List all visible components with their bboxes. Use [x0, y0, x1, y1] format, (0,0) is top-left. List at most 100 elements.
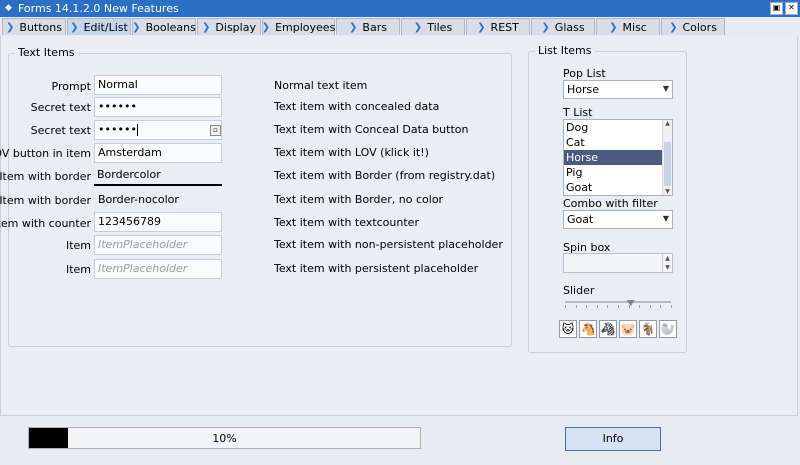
list-item-selected[interactable]: Horse	[564, 150, 672, 165]
dropdown-arrow-icon: ▼	[662, 214, 669, 223]
slider-tick	[639, 305, 641, 308]
window-titlebar: ◆ Forms 14.1.2.0 New Features ▣ ✕	[0, 0, 800, 17]
item-description: Text item with concealed data	[274, 100, 440, 113]
list-item[interactable]: Dog	[564, 120, 672, 135]
tab-employees[interactable]: ❯ Employees	[262, 18, 335, 35]
tab-colors[interactable]: ❯ Colors	[661, 18, 725, 35]
chevron-right-icon: ❯	[669, 21, 678, 33]
tab-bars[interactable]: ❯ Bars	[336, 18, 400, 35]
tab-label: Buttons	[19, 20, 62, 34]
tab-label: Misc	[622, 20, 647, 34]
slider-tick	[586, 305, 588, 308]
group-title: List Items	[535, 44, 595, 57]
counter-field[interactable]: 123456789	[94, 212, 222, 232]
tab-label: Employees	[275, 20, 336, 34]
slider-tick	[575, 305, 577, 308]
pop-list-value: Horse	[567, 83, 600, 96]
tab-label: Tiles	[427, 20, 453, 34]
slider-track[interactable]	[565, 301, 671, 303]
slider-label: Slider	[563, 284, 595, 297]
placeholder-field[interactable]: ItemPlaceholder	[94, 235, 222, 255]
pop-list-select[interactable]: Horse ▼	[563, 80, 673, 99]
close-button[interactable]: ✕	[785, 2, 798, 15]
tab-display[interactable]: ❯ Display	[197, 18, 261, 35]
list-item[interactable]: Goat	[564, 180, 672, 195]
chevron-right-icon: ❯	[477, 21, 486, 33]
list-item[interactable]: Pig	[564, 165, 672, 180]
tab-misc[interactable]: ❯ Misc	[596, 18, 660, 35]
chevron-right-icon: ❯	[6, 21, 15, 33]
group-title: Text Items	[15, 46, 78, 59]
persistent-placeholder-field[interactable]: ItemPlaceholder	[94, 259, 222, 279]
zebra-icon[interactable]: 🦓	[599, 320, 617, 338]
horse-icon[interactable]: 🐴	[579, 320, 597, 338]
tab-label: Bars	[362, 20, 387, 34]
secret-text-conceal-field[interactable]: ••••••	[94, 120, 222, 140]
list-item[interactable]: Cat	[564, 135, 672, 150]
slider-tick	[628, 305, 630, 308]
tab-tiles[interactable]: ❯ Tiles	[401, 18, 465, 35]
scroll-up-icon[interactable]: ▲	[663, 120, 672, 127]
border-color-field[interactable]: Bordercolor	[94, 166, 222, 186]
item-description: Text item with Border (from registry.dat…	[274, 169, 496, 182]
row-label: Item	[65, 263, 91, 276]
scroll-thumb[interactable]	[664, 142, 671, 186]
chevron-right-icon: ❯	[261, 21, 271, 33]
spin-buttons[interactable]: ▲ ▼	[662, 254, 672, 272]
item-description: Normal text item	[274, 79, 368, 92]
slider-tick	[618, 305, 619, 308]
row-label: Item with counter	[0, 217, 91, 230]
combo-value: Goat	[567, 213, 594, 226]
window-controls: ▣ ✕	[770, 2, 798, 15]
chevron-right-icon: ❯	[349, 21, 358, 33]
slider-tick	[671, 305, 672, 308]
tab-label: Booleans	[145, 20, 196, 34]
slider-tick	[660, 305, 662, 308]
t-list-label: T List	[563, 106, 593, 119]
combo-filter-select[interactable]: Goat ▼	[563, 210, 673, 229]
secret-text-field[interactable]: ••••••	[94, 97, 222, 117]
progress-bar: 10%	[28, 427, 421, 449]
t-list[interactable]: Dog Cat Horse Pig Goat ▲ ▼	[563, 119, 673, 196]
slider-tick	[607, 305, 609, 308]
tab-label: Edit/List	[83, 20, 128, 34]
pig-icon[interactable]: 🐷	[619, 320, 637, 338]
conceal-toggle-icon[interactable]: ▫	[210, 125, 221, 136]
tab-label: Display	[215, 20, 256, 34]
row-label: Prompt	[51, 80, 91, 93]
item-description: Text item with Conceal Data button	[274, 123, 469, 136]
seal-icon[interactable]: 🦭	[659, 320, 677, 338]
chevron-right-icon: ❯	[609, 21, 618, 33]
tab-bar: ❯ Buttons ❯ Edit/List ❯ Booleans ❯ Display ❯…	[0, 17, 800, 36]
item-description: Text item with textcounter	[274, 216, 419, 229]
scroll-down-icon[interactable]: ▼	[663, 188, 672, 195]
tab-buttons[interactable]: ❯ Buttons	[2, 18, 66, 35]
maximize-button[interactable]: ▣	[770, 2, 783, 15]
tab-label: REST	[490, 20, 519, 34]
row-label: Item	[65, 239, 91, 252]
goat-icon[interactable]: 🐐	[639, 320, 657, 338]
item-description: Text item with Border, no color	[274, 193, 444, 206]
prompt-field[interactable]: Normal	[94, 75, 222, 95]
t-list-scrollbar[interactable]: ▲ ▼	[662, 120, 672, 195]
chevron-right-icon: ❯	[541, 21, 550, 33]
border-nocolor-field[interactable]: Border-nocolor	[94, 190, 222, 210]
item-description: Text item with persistent placeholder	[274, 262, 479, 275]
info-button[interactable]: Info	[565, 427, 661, 451]
tab-glass[interactable]: ❯ Glass	[531, 18, 595, 35]
tab-edit-list[interactable]: ❯ Edit/List	[67, 18, 131, 35]
window-title: Forms 14.1.2.0 New Features	[18, 2, 179, 15]
row-label: Secret text	[30, 124, 91, 137]
progress-text: 10%	[212, 432, 237, 445]
chevron-right-icon: ❯	[70, 21, 79, 33]
lov-field[interactable]: Amsterdam	[94, 143, 222, 163]
row-label: LOV button in item	[0, 147, 91, 160]
app-icon: ◆	[5, 3, 12, 13]
item-description: Text item with LOV (klick it!)	[274, 146, 429, 159]
row-label: Item with border	[0, 170, 91, 183]
tab-booleans[interactable]: ❯ Booleans	[132, 18, 196, 35]
tab-rest[interactable]: ❯ REST	[466, 18, 530, 35]
spin-box[interactable]: ▲ ▼	[563, 253, 673, 273]
dropdown-arrow-icon: ▼	[662, 84, 669, 93]
cat-icon[interactable]: 🐱	[559, 320, 577, 338]
